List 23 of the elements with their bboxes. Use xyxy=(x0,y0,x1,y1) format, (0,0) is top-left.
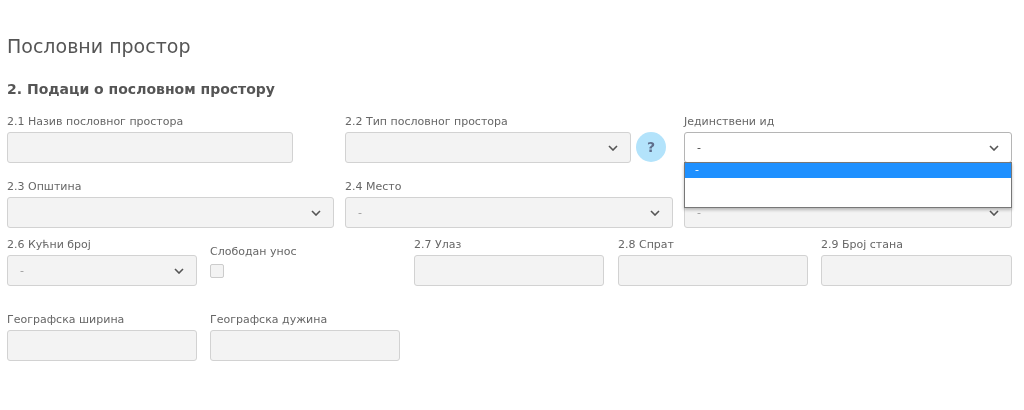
chevron-down-icon xyxy=(608,144,618,151)
help-button[interactable]: ? xyxy=(636,132,666,162)
chevron-down-icon xyxy=(989,209,999,216)
field-label: Слободан унос xyxy=(210,245,297,258)
field-label: Јединствени ид xyxy=(684,115,775,128)
field-label: 2.6 Кућни број xyxy=(7,238,91,251)
page-title: Пословни простор xyxy=(7,34,192,58)
field-label: 2.2 Тип пословног простора xyxy=(345,115,508,128)
field-label: 2.7 Улаз xyxy=(414,238,462,251)
dropdown-option[interactable]: - xyxy=(685,163,1011,178)
field-label: 2.4 Место xyxy=(345,180,402,193)
field-label: 2.8 Спрат xyxy=(618,238,674,251)
field-label: 2.9 Број стана xyxy=(821,238,903,251)
field-label: 2.3 Општина xyxy=(7,180,82,193)
chevron-down-icon xyxy=(174,267,184,274)
chevron-down-icon xyxy=(650,209,660,216)
section-heading: 2. Подаци о пословном простору xyxy=(7,80,276,98)
chevron-down-icon xyxy=(311,209,321,216)
chevron-down-icon xyxy=(989,144,999,151)
field-label: Географска дужина xyxy=(210,313,328,326)
select-field[interactable]: - xyxy=(684,132,1012,163)
field-label: 2.1 Назив пословног простора xyxy=(7,115,184,128)
field-label: Географска ширина xyxy=(7,313,125,326)
